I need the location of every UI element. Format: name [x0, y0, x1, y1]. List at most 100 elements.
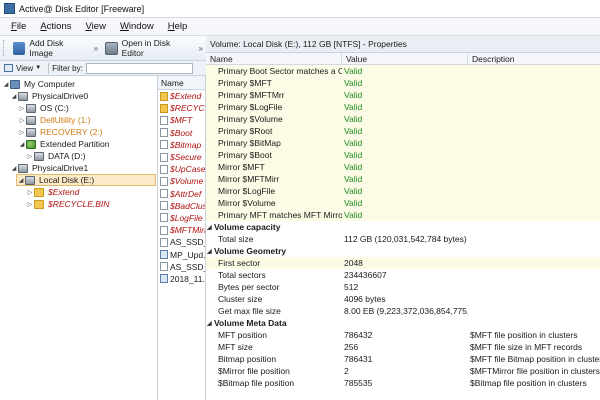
- property-row[interactable]: $Mirror file position 2 $MFTMirror file po…: [206, 365, 600, 377]
- file-row[interactable]: $LogFile: [158, 212, 205, 224]
- expand-arrow-icon[interactable]: ▷: [26, 189, 34, 196]
- file-row[interactable]: $Boot: [158, 127, 205, 139]
- file-row[interactable]: MP_Upd...: [158, 248, 205, 260]
- toolbar-overflow-chevron-2[interactable]: »: [196, 44, 206, 53]
- volume-icon: [26, 103, 36, 113]
- property-row[interactable]: First sector 2048: [206, 257, 600, 269]
- tree-item-recycle-bin[interactable]: ▷ $RECYCLE.BIN: [26, 198, 110, 210]
- expand-arrow-icon[interactable]: ▷: [18, 129, 26, 136]
- tree-item-data-d[interactable]: ▷ DATA (D:): [26, 150, 86, 162]
- menu-window[interactable]: Window: [113, 21, 161, 32]
- app-icon: [4, 3, 15, 14]
- file-row[interactable]: $MFT: [158, 114, 205, 126]
- collapse-arrow-icon[interactable]: ◢: [17, 177, 25, 184]
- file-icon: [160, 140, 168, 150]
- tree-item-physical-drive0[interactable]: ◢ PhysicalDrive0: [10, 90, 89, 102]
- property-row[interactable]: $Bitmap file position 785535 $Bitmap file …: [206, 377, 600, 389]
- collapse-arrow-icon[interactable]: ◢: [10, 165, 18, 172]
- file-row[interactable]: $Extend: [158, 90, 205, 102]
- property-row[interactable]: Total sectors 234436607: [206, 269, 600, 281]
- menu-help[interactable]: Help: [161, 21, 195, 32]
- file-row[interactable]: AS_SSD_...: [158, 236, 205, 248]
- section-volume-capacity[interactable]: ◢ Volume capacity: [206, 221, 600, 233]
- section-volume-geometry[interactable]: ◢ Volume Geometry: [206, 245, 600, 257]
- file-row[interactable]: $Volume: [158, 175, 205, 187]
- property-row[interactable]: MFT position 786432 $MFT file position in …: [206, 329, 600, 341]
- add-disk-image-button[interactable]: Add Disk Image: [9, 38, 91, 58]
- file-row[interactable]: $AttrDef: [158, 188, 205, 200]
- folder-icon: [34, 199, 44, 209]
- collapse-arrow-icon[interactable]: ◢: [18, 141, 26, 148]
- property-row[interactable]: Primary $LogFile Valid: [206, 101, 600, 113]
- menu-view[interactable]: View: [79, 21, 113, 32]
- file-row[interactable]: 2018_11...: [158, 273, 205, 285]
- property-row[interactable]: Mirror $MFT Valid: [206, 161, 600, 173]
- property-row[interactable]: Get max file size 8.00 EB (9,223,372,036,…: [206, 305, 600, 317]
- property-row[interactable]: Primary Boot Sector matches a CopyValid: [206, 65, 600, 77]
- file-row[interactable]: $MFTMirr: [158, 224, 205, 236]
- collapse-arrow-icon[interactable]: ◢: [10, 93, 18, 100]
- property-row[interactable]: Bytes per sector 512: [206, 281, 600, 293]
- expand-arrow-icon[interactable]: ▷: [18, 117, 26, 124]
- tree-item-extended-partition[interactable]: ◢ Extended Partition: [18, 138, 110, 150]
- property-row[interactable]: Total size 112 GB (120,031,542,784 bytes): [206, 233, 600, 245]
- property-row[interactable]: Primary $Root Valid: [206, 125, 600, 137]
- tree-item-extend[interactable]: ▷ $Extend: [26, 186, 80, 198]
- property-row[interactable]: Primary $Volume Valid: [206, 113, 600, 125]
- collapse-arrow-icon[interactable]: ◢: [207, 248, 214, 255]
- collapse-arrow-icon[interactable]: ◢: [207, 320, 214, 327]
- volume-icon: [25, 175, 35, 185]
- view-icon: [4, 64, 13, 72]
- file-icon: [160, 176, 168, 186]
- tree-item-my-computer[interactable]: ◢ My Computer: [2, 78, 75, 90]
- tree-item-recovery[interactable]: ▷ RECOVERY (2:): [18, 126, 103, 138]
- expand-arrow-icon[interactable]: ▷: [18, 105, 26, 112]
- file-row[interactable]: $RECYCLE: [158, 102, 205, 114]
- tree-item-local-disk-e[interactable]: ◢ Local Disk (E:): [16, 174, 156, 186]
- filter-input[interactable]: [85, 62, 193, 74]
- toolbar-grip[interactable]: [3, 40, 6, 56]
- menu-actions[interactable]: Actions: [33, 21, 78, 32]
- property-row[interactable]: Primary $Boot Valid: [206, 149, 600, 161]
- property-row[interactable]: Mirror $Volume Valid: [206, 197, 600, 209]
- toolbar-overflow-chevron[interactable]: »: [91, 44, 101, 53]
- extended-partition-icon: [26, 139, 36, 149]
- section-volume-meta-data[interactable]: ◢ Volume Meta Data: [206, 317, 600, 329]
- menu-file[interactable]: File: [4, 21, 33, 32]
- file-row[interactable]: $Bitmap: [158, 139, 205, 151]
- tree-item-dellutility[interactable]: ▷ DellUtility (1:): [18, 114, 91, 126]
- property-row[interactable]: Primary MFT matches MFT Mirror Valid: [206, 209, 600, 221]
- collapse-arrow-icon[interactable]: ◢: [2, 81, 10, 88]
- expand-arrow-icon[interactable]: ▷: [26, 153, 34, 160]
- filter-separator: [48, 62, 50, 74]
- file-row[interactable]: AS_SSD_...: [158, 261, 205, 273]
- file-row[interactable]: $Secure: [158, 151, 205, 163]
- column-header-value[interactable]: Value: [342, 53, 468, 64]
- property-row[interactable]: Primary $MFT Valid: [206, 77, 600, 89]
- property-row[interactable]: Mirror $LogFile Valid: [206, 185, 600, 197]
- property-row[interactable]: Primary $BitMap Valid: [206, 137, 600, 149]
- hard-drive-icon: [18, 91, 28, 101]
- file-row[interactable]: $UpCase: [158, 163, 205, 175]
- property-row[interactable]: Mirror $MFTMirr Valid: [206, 173, 600, 185]
- view-dropdown[interactable]: View ▼: [0, 64, 45, 73]
- property-row[interactable]: MFT size 256 $MFT file size in MFT records: [206, 341, 600, 353]
- file-icon: [160, 250, 168, 260]
- column-header-name[interactable]: Name: [206, 53, 342, 64]
- open-in-disk-editor-button[interactable]: Open in Disk Editor: [101, 38, 195, 58]
- folder-icon: [160, 91, 168, 101]
- volume-icon: [26, 115, 36, 125]
- expand-arrow-icon[interactable]: ▷: [26, 201, 34, 208]
- tree-item-physical-drive1[interactable]: ◢ PhysicalDrive1: [10, 162, 89, 174]
- file-icon: [160, 237, 168, 247]
- column-header-name[interactable]: Name: [158, 76, 205, 90]
- property-row[interactable]: Primary $MFTMrr Valid: [206, 89, 600, 101]
- column-header-description[interactable]: Description: [468, 53, 600, 64]
- file-row[interactable]: $BadClus: [158, 200, 205, 212]
- property-row[interactable]: Cluster size 4096 bytes: [206, 293, 600, 305]
- property-row[interactable]: Bitmap position 786431 $MFT file Bitmap po…: [206, 353, 600, 365]
- collapse-arrow-icon[interactable]: ◢: [207, 224, 214, 231]
- file-icon: [160, 152, 168, 162]
- disk-image-icon: [12, 41, 26, 55]
- tree-item-os-c[interactable]: ▷ OS (C:): [18, 102, 69, 114]
